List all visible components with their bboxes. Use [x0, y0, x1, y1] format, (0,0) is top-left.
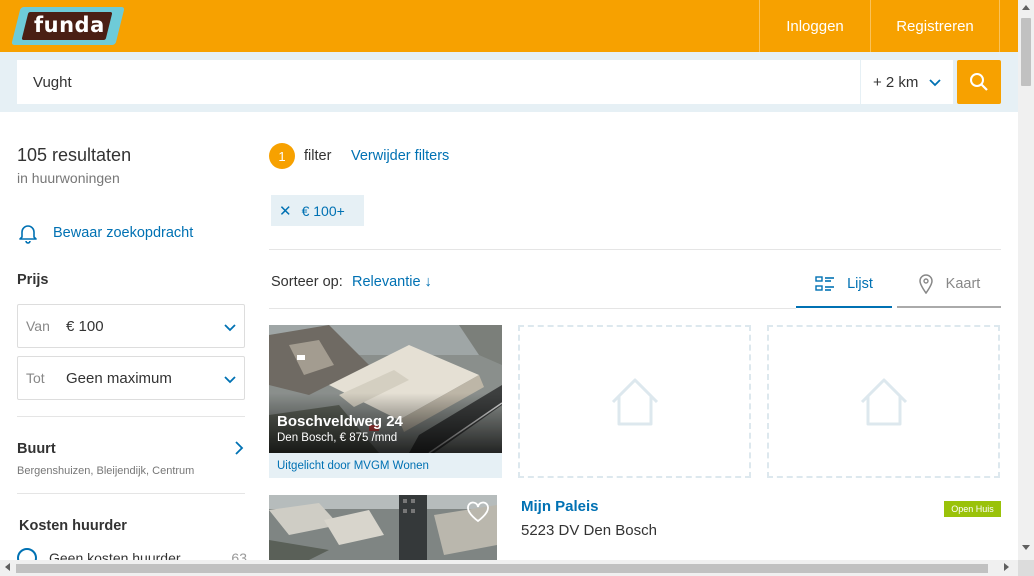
chevron-down-icon: [224, 324, 236, 332]
featured-listing-subtitle: Den Bosch, € 875 /mnd: [277, 432, 398, 444]
remove-filters-link[interactable]: Verwijder filters: [351, 148, 449, 164]
price-heading: Prijs: [17, 272, 49, 288]
price-to-value: Geen maximum: [66, 369, 172, 387]
top-bar: funda Inloggen Registreren: [0, 0, 1018, 52]
vertical-scrollbar[interactable]: [1018, 0, 1034, 560]
map-pin-icon: [918, 274, 933, 294]
divider: [269, 308, 796, 309]
scroll-right-icon[interactable]: [1004, 563, 1010, 571]
filter-count-badge: 1: [269, 143, 295, 169]
listing-address: 5223 DV Den Bosch: [521, 522, 657, 539]
tab-map[interactable]: Kaart: [897, 262, 1001, 308]
price-from-value: € 100: [66, 317, 104, 335]
price-to-label: Tot: [26, 370, 45, 386]
listing-placeholder: [518, 325, 751, 478]
register-link[interactable]: Registreren: [870, 0, 1000, 52]
sort-select[interactable]: Relevantie ↓: [352, 274, 432, 290]
chevron-down-icon: [929, 79, 941, 87]
price-from-select[interactable]: Van € 100: [17, 304, 245, 348]
radius-value: + 2 km: [873, 73, 919, 91]
search-icon: [970, 73, 988, 91]
price-from-label: Van: [26, 318, 50, 334]
scroll-thumb[interactable]: [1021, 18, 1031, 86]
scrollbar-corner: [1018, 560, 1034, 576]
funda-logo[interactable]: funda: [11, 7, 125, 45]
radius-select[interactable]: + 2 km: [861, 60, 953, 104]
bell-icon: [19, 225, 37, 244]
save-search-label: Bewaar zoekopdracht: [53, 225, 194, 241]
logo-text: funda: [34, 13, 105, 37]
login-link[interactable]: Inloggen: [759, 0, 870, 52]
results-count: 105 resultaten: [17, 145, 132, 165]
scroll-up-icon[interactable]: [1022, 4, 1030, 10]
results-category: in huurwoningen: [17, 170, 120, 186]
search-strip: + 2 km: [0, 52, 1018, 112]
heart-icon[interactable]: [466, 501, 490, 523]
price-to-select[interactable]: Tot Geen maximum: [17, 356, 245, 400]
featured-listing-title[interactable]: Boschveldweg 24: [277, 413, 403, 430]
house-icon: [860, 378, 907, 425]
house-icon: [611, 378, 658, 425]
active-filter-chip[interactable]: ✕ € 100+: [271, 195, 364, 226]
scroll-thumb[interactable]: [16, 564, 988, 573]
chevron-down-icon: [224, 376, 236, 384]
divider: [17, 416, 245, 417]
sort-label: Sorteer op:: [271, 274, 343, 290]
listing-placeholder: [767, 325, 1000, 478]
filter-chip-label: € 100+: [301, 202, 345, 219]
tab-map-label: Kaart: [945, 276, 981, 292]
location-search-input[interactable]: [17, 60, 860, 104]
featured-listing-footer[interactable]: Uitgelicht door MVGM Wonen: [269, 453, 502, 478]
horizontal-scrollbar[interactable]: [0, 560, 1018, 576]
filter-label: filter: [304, 148, 332, 164]
save-search-link[interactable]: Bewaar zoekopdracht: [17, 222, 193, 244]
listing-photo[interactable]: [269, 495, 497, 560]
neighbourhood-list: Bergenshuizen, Bleijendijk, Centrum: [17, 465, 195, 477]
close-icon[interactable]: ✕: [279, 202, 292, 220]
scroll-down-icon[interactable]: [1022, 545, 1030, 551]
tab-list[interactable]: Lijst: [796, 262, 892, 308]
divider: [17, 493, 245, 494]
search-button[interactable]: [957, 60, 1001, 104]
scroll-left-icon[interactable]: [4, 563, 10, 571]
open-house-badge: Open Huis: [944, 501, 1001, 517]
chevron-right-icon[interactable]: [232, 440, 246, 456]
tab-list-label: Lijst: [847, 276, 873, 292]
neighbourhood-heading[interactable]: Buurt: [17, 441, 56, 457]
costs-heading: Kosten huurder: [19, 518, 127, 534]
listing-title[interactable]: Mijn Paleis: [521, 498, 599, 515]
divider: [269, 249, 1001, 250]
list-icon: [815, 276, 835, 291]
